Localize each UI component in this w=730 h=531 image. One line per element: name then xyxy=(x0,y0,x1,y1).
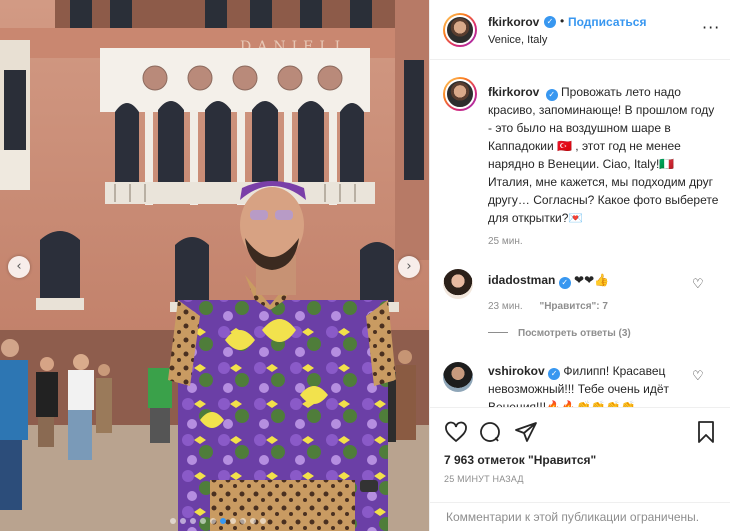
comment-like-heart-icon[interactable]: ♡ xyxy=(692,369,704,384)
comment-meta: 23 мин. "Нравится": 7 xyxy=(488,301,622,312)
verified-badge-icon: ✓ xyxy=(548,368,561,380)
post-actions: 7 963 отметок "Нравится" 25 МИНУТ НАЗАД xyxy=(430,407,730,502)
author-avatar[interactable] xyxy=(443,13,477,47)
carousel-dot xyxy=(210,518,216,524)
verified-badge-icon: ✓ xyxy=(545,89,558,101)
carousel-dot xyxy=(220,518,226,524)
more-options-icon[interactable]: ··· xyxy=(702,20,720,36)
photo-illustration: DANIELI xyxy=(0,0,429,531)
verified-badge-icon: ✓ xyxy=(558,277,571,289)
previous-slide-button[interactable]: ‹ xyxy=(8,256,30,278)
post-photo[interactable]: DANIELI ‹ › xyxy=(0,0,429,531)
verified-badge-icon: ✓ xyxy=(544,16,556,28)
caption-time: 25 мин. xyxy=(488,236,523,247)
replies-divider xyxy=(488,332,508,333)
comment-avatar[interactable] xyxy=(443,362,473,392)
comment: vshirokov ✓ Филипп! Красавец невозможный… xyxy=(488,362,688,407)
follow-button[interactable]: Подписаться xyxy=(568,15,646,29)
chevron-left-icon: ‹ xyxy=(16,259,22,274)
caption-author-avatar[interactable] xyxy=(443,77,477,111)
carousel-dot xyxy=(260,518,266,524)
carousel-indicator xyxy=(170,518,266,524)
view-replies-button[interactable]: Посмотреть ответы (3) xyxy=(488,328,631,339)
comments-restricted-notice: Комментарии к этой публикации ограничены… xyxy=(430,502,730,531)
heart-icon[interactable] xyxy=(444,420,468,444)
post-modal: DANIELI ‹ › fkirkorov ✓ • Подписаться Ve… xyxy=(0,0,730,531)
comments-list[interactable]: fkirkorov ✓ Провожать лето надо красиво,… xyxy=(430,61,730,407)
carousel-dot xyxy=(240,518,246,524)
separator-dot: • xyxy=(560,14,565,28)
likes-count[interactable]: 7 963 отметок "Нравится" xyxy=(444,453,596,467)
bookmark-icon[interactable] xyxy=(694,420,718,444)
comment-like-heart-icon[interactable]: ♡ xyxy=(692,277,704,292)
comment-likes[interactable]: "Нравится": 7 xyxy=(539,301,608,312)
caption-username[interactable]: fkirkorov xyxy=(488,85,539,99)
next-slide-button[interactable]: › xyxy=(398,256,420,278)
caption-text: Провожать лето надо красиво, запоминающе… xyxy=(488,85,719,225)
carousel-dot xyxy=(230,518,236,524)
post-side-panel: fkirkorov ✓ • Подписаться Venice, Italy … xyxy=(429,0,730,531)
location-link[interactable]: Venice, Italy xyxy=(488,34,547,46)
comment-icon[interactable] xyxy=(478,420,502,444)
post-timestamp[interactable]: 25 МИНУТ НАЗАД xyxy=(444,474,524,484)
carousel-dot xyxy=(250,518,256,524)
carousel-dot xyxy=(200,518,206,524)
comment: idadostman ✓ ❤❤👍 xyxy=(488,271,688,289)
post-header: fkirkorov ✓ • Подписаться Venice, Italy … xyxy=(430,0,730,60)
comment-username[interactable]: idadostman xyxy=(488,273,555,287)
comment-username[interactable]: vshirokov xyxy=(488,364,545,378)
author-username[interactable]: fkirkorov xyxy=(488,15,539,29)
comment-text: ❤❤👍 xyxy=(574,273,610,287)
carousel-dot xyxy=(180,518,186,524)
caption: fkirkorov ✓ Провожать лето надо красиво,… xyxy=(488,83,720,227)
share-icon[interactable] xyxy=(514,420,538,444)
comment-avatar[interactable] xyxy=(443,269,473,299)
view-replies-label: Посмотреть ответы (3) xyxy=(518,328,631,339)
comment-time: 23 мин. xyxy=(488,301,523,312)
chevron-right-icon: › xyxy=(406,259,412,274)
carousel-dot xyxy=(170,518,176,524)
carousel-dot xyxy=(190,518,196,524)
